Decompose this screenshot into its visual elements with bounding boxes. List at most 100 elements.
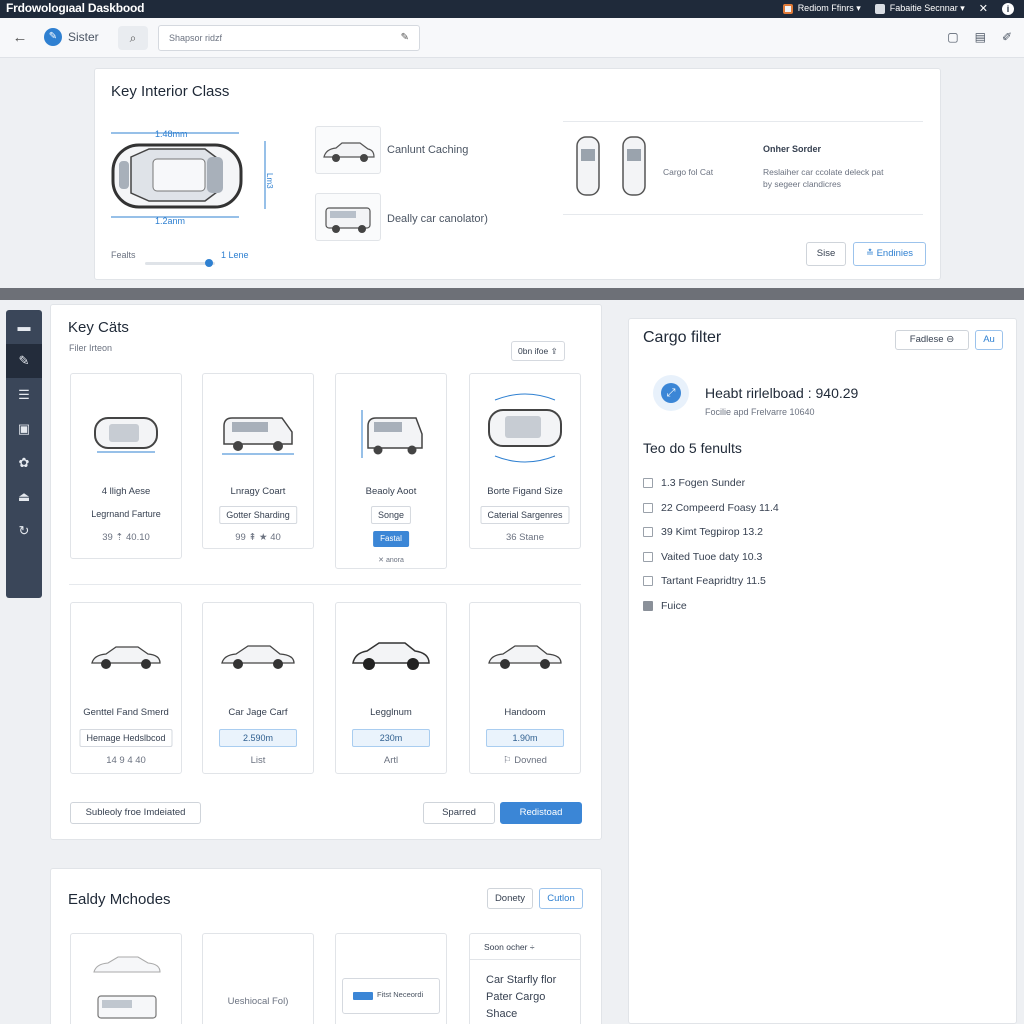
size-slider-thumb[interactable] xyxy=(205,259,214,267)
van-dimension-icon xyxy=(361,410,423,458)
result-row[interactable]: Fuice xyxy=(643,600,687,612)
car-card[interactable]: Lnragy Coart Gotter Sharding 99 ⇞ ★ 40 xyxy=(202,373,314,549)
result-checkbox[interactable] xyxy=(643,502,653,513)
car-topview-diagram xyxy=(111,132,266,218)
endinies-button[interactable]: ≛ Endinies xyxy=(853,242,926,266)
car-topview-icon xyxy=(94,417,158,453)
card-name: Genttel Fand Smerd xyxy=(83,707,169,718)
account-menu-label: Fabaitie Secnnar ▾ xyxy=(889,3,965,13)
back-arrow-icon[interactable]: ← xyxy=(10,28,30,48)
account-menu[interactable]: Fabaitie Secnnar ▾ xyxy=(874,3,965,14)
info-icon[interactable]: i xyxy=(1002,2,1014,15)
card-tag: Hemage Hedslbcod xyxy=(79,729,173,747)
card-name: Lnragy Coart xyxy=(230,486,286,497)
donety-button[interactable]: Donety xyxy=(487,888,533,909)
save-icon[interactable]: ▤ xyxy=(975,30,986,44)
sedan-icon xyxy=(488,645,562,669)
van-icon xyxy=(222,417,294,455)
tools-icon[interactable]: ✐ xyxy=(1002,30,1012,44)
panel-title: Key Cäts xyxy=(68,319,129,336)
account-icon xyxy=(874,3,885,14)
car-card[interactable]: Genttel Fand Smerd Hemage Hedslbcod 14 9… xyxy=(70,602,182,774)
result-row[interactable]: 22 Compeerd Foasy 11.4 xyxy=(643,502,779,514)
gear-icon[interactable]: ✿ xyxy=(6,446,42,480)
result-label: 1.3 Fogen Sunder xyxy=(661,477,746,489)
result-checkbox[interactable] xyxy=(643,576,653,586)
brand-switcher[interactable]: ✎ Sister xyxy=(44,28,99,46)
section-divider-band xyxy=(0,288,1024,300)
car-card[interactable]: Borte Figand Size Caterial Sargenres 36 … xyxy=(469,373,581,549)
preview-card[interactable]: Fitst Neceordi xyxy=(335,933,447,1024)
sort-line-2: Pater Cargo xyxy=(486,991,546,1003)
side-rail: ▬ ✎ ☰ ▣ ✿ ⏏ ↻ xyxy=(6,310,42,598)
result-row[interactable]: 1.3 Fogen Sunder xyxy=(643,477,745,489)
filter-dropdown[interactable]: 0bn ifoe ⇪ xyxy=(511,341,565,361)
car-card[interactable]: Legglnum 230m Artl xyxy=(335,602,447,774)
close-icon[interactable]: ✕ xyxy=(979,2,988,15)
search-icon[interactable]: ⌕ xyxy=(118,26,148,50)
pair-label: Cargo fol Cat xyxy=(663,167,714,177)
slider-label: Fealts xyxy=(111,250,136,260)
key-interior-class-panel: Key Interior Class 1.48mm 1.2anm Lm3 Fea… xyxy=(94,68,941,280)
chip-swatch xyxy=(353,992,373,1000)
card-status-badge[interactable]: Fastal xyxy=(373,531,409,547)
refresh-icon[interactable]: ↻ xyxy=(6,514,42,548)
sort-card[interactable]: Soon ocher ÷ Car Starfly flor Pater Carg… xyxy=(469,933,581,1024)
filter-button[interactable]: Fadlese ⊖ xyxy=(895,330,969,350)
card-name: Borte Figand Size xyxy=(487,486,563,497)
card-tag: Legrnand Farture xyxy=(91,509,161,519)
slider-value: 1 Lene xyxy=(221,250,249,260)
dashboard-icon[interactable]: ▬ xyxy=(6,310,42,344)
car-card[interactable]: Handoom 1.90m ⚐ Dovned xyxy=(469,602,581,774)
sort-header[interactable]: Soon ocher ÷ xyxy=(470,934,580,960)
suv-icon xyxy=(352,642,430,670)
car-card[interactable]: 4 lligh Aese Legrnand Farture 39 ⇡ 40.10 xyxy=(70,373,182,559)
card-stats: 14 9 4 40 xyxy=(106,755,146,766)
preview-card[interactable]: Ueshiocal Fol) xyxy=(202,933,314,1024)
result-row[interactable]: 39 Kimt Tegpirop 13.2 xyxy=(643,526,763,538)
card-name: Car Jage Carf xyxy=(228,707,288,718)
card-stats: Artl xyxy=(383,755,399,766)
result-row[interactable]: Tartant Feapridtry 11.5 xyxy=(643,575,766,587)
card-tag: Caterial Sargenres xyxy=(480,506,570,524)
user-menu[interactable]: Rediom Ffinrs ▾ xyxy=(782,3,861,14)
secondary-action-button[interactable]: Subleoly froe Imdeiated xyxy=(70,802,201,824)
result-checkbox[interactable] xyxy=(643,551,653,562)
window-icon[interactable]: ▢ xyxy=(947,30,958,44)
tools-icon[interactable]: ✎ xyxy=(6,344,42,378)
car-card[interactable]: Beaoly Aoot Songe Fastal ✕ anora xyxy=(335,373,447,569)
ab-button[interactable]: Au xyxy=(975,330,1003,350)
title-bar: Frdowologıaal Daskbood Rediom Ffinrs ▾ F… xyxy=(0,0,1024,18)
cutlon-button[interactable]: Cutlon xyxy=(539,888,583,909)
search-input[interactable]: Shapsor ridzf ✎ xyxy=(158,25,420,51)
edit-icon[interactable]: ✎ xyxy=(401,26,409,50)
preview-card[interactable] xyxy=(70,933,182,1024)
expand-icon: ⤢ xyxy=(661,383,681,403)
card-name: Legglnum xyxy=(370,707,412,718)
row-divider xyxy=(69,584,581,585)
board-icon[interactable]: ▣ xyxy=(6,412,42,446)
primary-action-button[interactable]: Redistoad xyxy=(500,802,582,824)
option-thumbnail-sedan[interactable] xyxy=(315,126,381,174)
result-checkbox[interactable] xyxy=(643,600,653,611)
stat-subline: Focilie apd Frelvarre 10640 xyxy=(705,407,815,417)
car-card[interactable]: Car Jage Carf 2.590m List xyxy=(202,602,314,774)
list-icon[interactable]: ☰ xyxy=(6,378,42,412)
card-name: Handoom xyxy=(504,707,546,718)
card-stats: List xyxy=(250,755,266,766)
option-1-label: Canlunt Caching xyxy=(387,144,469,156)
result-row[interactable]: Vaited Tuoe daty 10.3 xyxy=(643,551,762,563)
result-checkbox[interactable] xyxy=(643,527,653,537)
card-tag: 230m xyxy=(352,729,430,747)
van-icon xyxy=(325,207,371,233)
result-checkbox[interactable] xyxy=(643,478,653,488)
option-thumbnail-van[interactable] xyxy=(315,193,381,241)
upload-icon[interactable]: ⏏ xyxy=(6,480,42,514)
size-button[interactable]: Sise xyxy=(806,242,846,266)
card-tag: Songe xyxy=(370,506,412,524)
dimension-width-label: 1.2anm xyxy=(155,216,186,226)
spared-button[interactable]: Sparred xyxy=(423,802,495,824)
user-avatar-icon xyxy=(782,3,793,14)
card-tag: 1.90m xyxy=(486,729,564,747)
sedan-icon xyxy=(91,646,161,669)
